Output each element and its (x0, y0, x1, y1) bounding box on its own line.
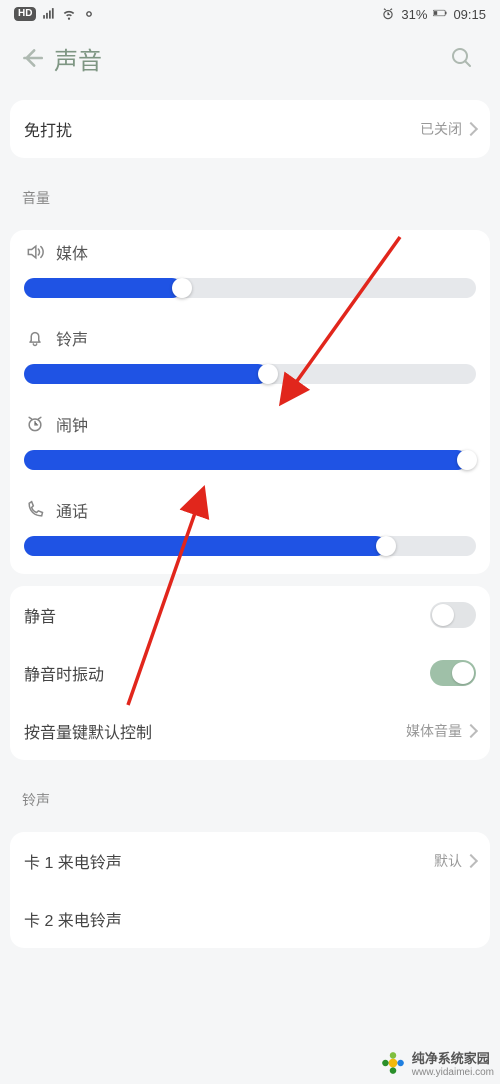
battery-icon (433, 7, 447, 21)
call-slider-thumb[interactable] (376, 536, 396, 556)
chevron-right-icon (464, 854, 478, 868)
bell-icon (24, 327, 46, 349)
back-button[interactable] (12, 38, 52, 78)
volume-alarm-label: 闹钟 (56, 412, 88, 436)
media-slider-thumb[interactable] (172, 278, 192, 298)
battery-percent: 31% (401, 7, 427, 22)
phone-icon (24, 499, 46, 521)
volume-ring: 铃声 (24, 316, 476, 402)
media-slider-fill (24, 278, 182, 298)
search-button[interactable] (442, 38, 482, 78)
call-slider[interactable] (24, 536, 476, 556)
vol-key-value: 媒体音量 (406, 721, 476, 741)
vibrate-mute-row: 静音时振动 (24, 644, 476, 702)
sim1-ringtone-row[interactable]: 卡 1 来电铃声 默认 (24, 832, 476, 890)
mute-label: 静音 (24, 603, 56, 627)
sim1-ringtone-value: 默认 (434, 851, 476, 871)
alarm-slider[interactable] (24, 450, 476, 470)
volume-media-label: 媒体 (56, 240, 88, 264)
eye-comfort-icon (82, 7, 96, 21)
page-header: 声音 (0, 28, 500, 88)
status-bar: HD 31% 09:15 (0, 0, 500, 28)
alarm-icon (381, 7, 395, 21)
page-title: 声音 (54, 41, 102, 76)
volume-section-label: 音量 (0, 170, 500, 218)
vibrate-mute-toggle[interactable] (430, 660, 476, 686)
volume-card: 媒体 铃声 闹钟 (10, 230, 490, 574)
call-slider-fill (24, 536, 386, 556)
alarm-slider-thumb[interactable] (457, 450, 477, 470)
search-icon (450, 46, 474, 70)
chevron-right-icon (464, 724, 478, 738)
watermark-url: www.yidaimei.com (412, 1067, 494, 1078)
watermark: 纯净系统家园 www.yidaimei.com (380, 1048, 494, 1078)
dnd-value: 已关闭 (420, 119, 476, 139)
alarm-slider-fill (24, 450, 467, 470)
ringtone-section-label: 铃声 (0, 772, 500, 820)
status-left: HD (14, 7, 96, 21)
ring-slider-thumb[interactable] (258, 364, 278, 384)
sim1-ringtone-label: 卡 1 来电铃声 (24, 849, 122, 873)
dnd-card: 免打扰 已关闭 (10, 100, 490, 158)
ringtone-card: 卡 1 来电铃声 默认 卡 2 来电铃声 (10, 832, 490, 948)
mute-row: 静音 (24, 586, 476, 644)
vibrate-mute-label: 静音时振动 (24, 661, 104, 685)
dnd-label: 免打扰 (24, 117, 72, 141)
wifi-icon (62, 7, 76, 21)
hd-badge: HD (14, 7, 36, 21)
vol-key-label: 按音量键默认控制 (24, 719, 152, 743)
watermark-title: 纯净系统家园 (412, 1048, 494, 1067)
alarm-clock-icon (24, 413, 46, 435)
status-right: 31% 09:15 (381, 7, 486, 22)
watermark-logo-icon (380, 1050, 406, 1076)
media-slider[interactable] (24, 278, 476, 298)
sim2-ringtone-label: 卡 2 来电铃声 (24, 907, 122, 931)
clock: 09:15 (453, 7, 486, 22)
dnd-row[interactable]: 免打扰 已关闭 (24, 100, 476, 158)
volume-alarm: 闹钟 (24, 402, 476, 488)
toggles-card: 静音 静音时振动 按音量键默认控制 媒体音量 (10, 586, 490, 760)
volume-icon (24, 241, 46, 263)
mute-toggle[interactable] (430, 602, 476, 628)
ring-slider[interactable] (24, 364, 476, 384)
signal-4g-icon (42, 7, 56, 21)
screen: HD 31% 09:15 声音 (0, 0, 500, 1084)
vol-key-row[interactable]: 按音量键默认控制 媒体音量 (24, 702, 476, 760)
chevron-right-icon (464, 122, 478, 136)
volume-media: 媒体 (24, 230, 476, 316)
ring-slider-fill (24, 364, 268, 384)
volume-ring-label: 铃声 (56, 326, 88, 350)
arrow-left-icon (19, 45, 45, 71)
volume-call: 通话 (24, 488, 476, 574)
volume-call-label: 通话 (56, 498, 88, 522)
sim2-ringtone-row[interactable]: 卡 2 来电铃声 (24, 890, 476, 948)
